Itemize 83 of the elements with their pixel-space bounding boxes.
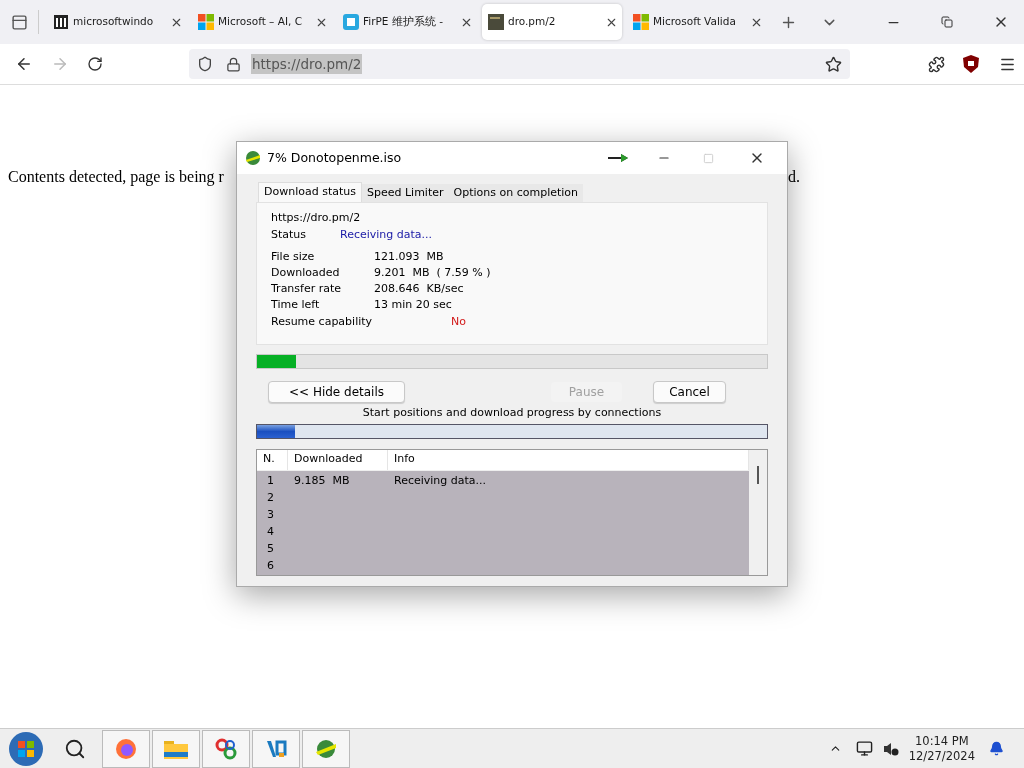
field-value: No <box>451 313 466 330</box>
table-row[interactable]: 1 9.185 MB Receiving data... <box>257 472 749 490</box>
field-value: Receiving data... <box>340 227 433 243</box>
dialog-tab[interactable]: Download status <box>258 182 362 202</box>
tab-title: Microsoft Valida <box>653 14 736 30</box>
table-cell-text: 5 <box>266 540 275 557</box>
cancel-button[interactable]: Cancel <box>653 381 726 403</box>
extensions-icon[interactable] <box>928 55 945 73</box>
folder-icon <box>164 738 188 759</box>
browser-tab[interactable]: microsoftwindo <box>47 4 187 40</box>
table-row[interactable]: 5 <box>257 540 749 558</box>
table-cell-text: 2 <box>266 489 275 506</box>
hide-details-button[interactable]: << Hide details <box>268 381 405 403</box>
field-value: 9.201 MB ( 7.59 % ) <box>374 265 491 281</box>
browser-tab[interactable]: Microsoft Valida <box>627 4 767 40</box>
field-label: Transfer rate <box>271 281 343 297</box>
dialog-tab[interactable]: Speed Limiter <box>362 184 449 202</box>
arrow-icon <box>608 154 628 162</box>
table-cell-text: 9.185 MB <box>293 472 351 489</box>
download-manager-taskbar-button[interactable] <box>302 729 350 768</box>
table-cell-text: Receiving data... <box>393 472 488 489</box>
column-header[interactable]: Downloaded <box>288 449 388 470</box>
explorer-taskbar-button[interactable] <box>152 729 200 768</box>
tab-title: Microsoft – AI, C <box>218 14 302 30</box>
download-url: https://dro.pm/2 <box>271 210 362 226</box>
start-orb-icon[interactable] <box>8 730 44 767</box>
muted-speaker-icon[interactable] <box>882 740 899 757</box>
browser-tab[interactable]: FirPE 维护系统 - <box>337 4 477 40</box>
bookmark-star-icon[interactable] <box>825 55 842 73</box>
app-taskbar-button[interactable] <box>252 729 300 768</box>
field-label: Time left <box>271 297 321 313</box>
tab-title: dro.pm/2 <box>508 14 556 30</box>
field-label: Resume capability <box>271 313 374 330</box>
field-label: File size <box>271 249 316 265</box>
network-icon[interactable] <box>855 740 873 757</box>
page-text: Contents detected, page is being r <box>8 167 224 188</box>
field-value: 121.093 MB <box>374 249 444 265</box>
columns-icon <box>53 14 69 30</box>
dialog-title: 7% Donotopenme.iso <box>267 148 402 167</box>
clock-date: 12/27/2024 <box>908 748 975 764</box>
reload-icon[interactable] <box>87 56 103 72</box>
browser-tab[interactable]: Microsoft – AI, C <box>192 4 332 40</box>
field-label: Status <box>271 227 308 243</box>
browser-tab[interactable]: dro.pm/2 <box>482 4 622 40</box>
field-label: Downloaded <box>271 265 341 281</box>
table-row[interactable]: 4 <box>257 523 749 541</box>
table-row[interactable]: 2 <box>257 489 749 507</box>
shield-badge-icon[interactable] <box>963 55 979 73</box>
clock-time: 10:14 PM <box>915 733 969 749</box>
restore-icon[interactable] <box>941 16 953 28</box>
tab-title: FirPE 维护系统 - <box>363 14 443 30</box>
search-icon[interactable] <box>64 737 86 760</box>
app-taskbar-button[interactable] <box>202 729 250 768</box>
page-text: d. <box>788 167 800 187</box>
scrollbar[interactable] <box>749 449 767 575</box>
chain-icon <box>215 737 237 760</box>
windows-logo-icon <box>633 14 649 30</box>
url-text: https://dro.pm/2 <box>251 53 363 75</box>
table-cell-text: 3 <box>266 506 275 523</box>
notification-bell-icon[interactable] <box>989 741 1004 756</box>
table-row[interactable]: 3 <box>257 506 749 524</box>
firefox-taskbar-button[interactable] <box>102 729 150 768</box>
fox-globe-icon <box>115 737 137 760</box>
field-value: 208.646 KB/sec <box>374 281 464 297</box>
globe-icon <box>314 737 338 760</box>
back-icon[interactable] <box>15 55 33 73</box>
windows-logo-icon <box>198 14 214 30</box>
table-cell-text: 4 <box>266 523 275 540</box>
globe-icon <box>244 150 262 166</box>
table-cell-text: 6 <box>266 557 275 574</box>
table-cell-text: 1 <box>266 472 275 489</box>
windows-tile-icon <box>343 14 359 30</box>
maximize-icon <box>703 152 714 164</box>
shield-icon[interactable] <box>197 56 213 72</box>
connections-caption: Start positions and download progress by connections <box>361 405 663 421</box>
address-bar[interactable]: https://dro.pm/2 <box>189 49 850 79</box>
lock-icon[interactable] <box>226 56 241 72</box>
table-row[interactable]: 6 <box>257 557 749 575</box>
tab-title: microsoftwindo <box>73 14 154 30</box>
thumbnail-icon <box>488 14 504 30</box>
column-header[interactable]: N. <box>257 449 288 470</box>
field-value: 13 min 20 sec <box>374 297 452 313</box>
dialog-tab[interactable]: Options on completion <box>448 184 584 202</box>
